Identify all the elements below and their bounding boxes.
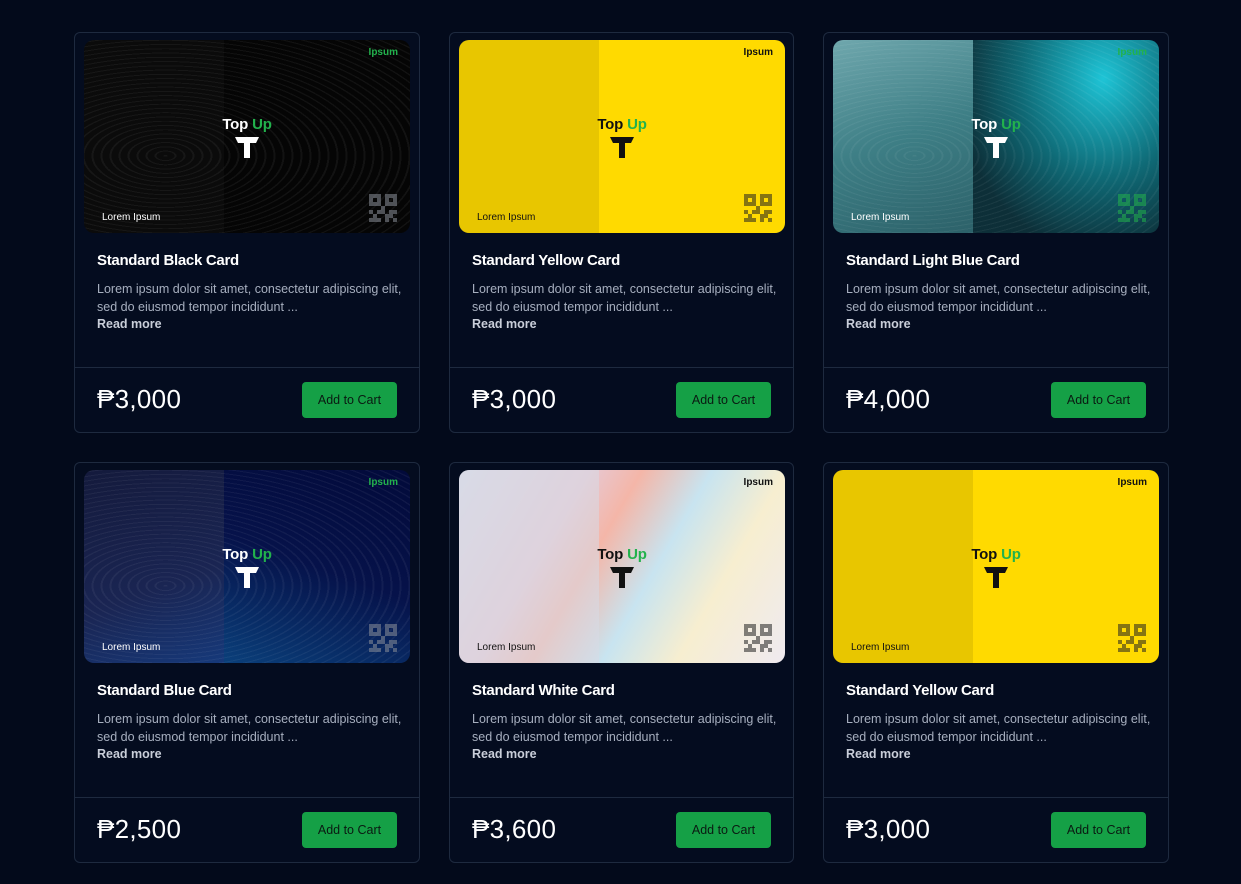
product-title: Standard Yellow Card xyxy=(472,252,620,269)
qr-code-icon xyxy=(1118,624,1146,652)
card-holder-label: Lorem Ipsum xyxy=(102,642,161,653)
divider xyxy=(824,367,1168,368)
add-to-cart-button[interactable]: Add to Cart xyxy=(302,812,397,848)
read-more-link[interactable]: Read more xyxy=(97,747,162,761)
divider xyxy=(75,367,419,368)
card-holder-label: Lorem Ipsum xyxy=(851,212,910,223)
card-brand-tag: Ipsum xyxy=(368,47,398,58)
product-description: Lorem ipsum dolor sit amet, consectetur … xyxy=(97,712,402,744)
logo-up-text: Up xyxy=(627,546,647,563)
product-card: Ipsum Top Up Lorem Ipsum Standard Yellow… xyxy=(449,32,794,433)
divider xyxy=(824,797,1168,798)
logo-top-text: Top xyxy=(597,546,624,563)
qr-code-icon xyxy=(744,624,772,652)
card-image[interactable]: Ipsum Top Up Lorem Ipsum xyxy=(833,40,1159,233)
add-to-cart-button[interactable]: Add to Cart xyxy=(1051,382,1146,418)
topup-t-icon xyxy=(235,137,259,158)
product-description: Lorem ipsum dolor sit amet, consectetur … xyxy=(472,712,777,744)
product-description: Lorem ipsum dolor sit amet, consectetur … xyxy=(97,282,402,314)
product-title: Standard Black Card xyxy=(97,252,239,269)
product-price: ₱3,000 xyxy=(472,384,557,414)
product-grid: Ipsum Top Up Lorem Ipsum Standard Black … xyxy=(74,32,1169,863)
topup-logo: Top Up xyxy=(202,546,292,589)
product-price: ₱3,000 xyxy=(846,814,931,844)
logo-top-text: Top xyxy=(597,116,624,133)
read-more-link[interactable]: Read more xyxy=(472,747,537,761)
read-more-link[interactable]: Read more xyxy=(472,317,537,331)
divider xyxy=(450,797,793,798)
product-description: Lorem ipsum dolor sit amet, consectetur … xyxy=(846,712,1151,744)
product-title: Standard White Card xyxy=(472,682,615,699)
read-more-link[interactable]: Read more xyxy=(97,317,162,331)
logo-top-text: Top xyxy=(971,546,998,563)
card-image[interactable]: Ipsum Top Up Lorem Ipsum xyxy=(84,40,410,233)
logo-top-text: Top xyxy=(222,116,249,133)
card-holder-label: Lorem Ipsum xyxy=(851,642,910,653)
product-title: Standard Yellow Card xyxy=(846,682,994,699)
divider xyxy=(75,797,419,798)
qr-code-icon xyxy=(369,194,397,222)
card-image[interactable]: Ipsum Top Up Lorem Ipsum xyxy=(84,470,410,663)
topup-logo: Top Up xyxy=(951,116,1041,159)
product-card: Ipsum Top Up Lorem Ipsum Standard Yellow… xyxy=(823,462,1169,863)
product-price: ₱3,600 xyxy=(472,814,557,844)
logo-up-text: Up xyxy=(1001,116,1021,133)
topup-t-icon xyxy=(984,137,1008,158)
card-brand-tag: Ipsum xyxy=(368,477,398,488)
topup-logo: Top Up xyxy=(202,116,292,159)
qr-code-icon xyxy=(369,624,397,652)
product-card: Ipsum Top Up Lorem Ipsum Standard White … xyxy=(449,462,794,863)
topup-t-icon xyxy=(984,567,1008,588)
product-title: Standard Light Blue Card xyxy=(846,252,1020,269)
card-brand-tag: Ipsum xyxy=(743,47,773,58)
card-image[interactable]: Ipsum Top Up Lorem Ipsum xyxy=(459,40,785,233)
divider xyxy=(450,367,793,368)
topup-t-icon xyxy=(610,137,634,158)
product-title: Standard Blue Card xyxy=(97,682,232,699)
product-description: Lorem ipsum dolor sit amet, consectetur … xyxy=(846,282,1151,314)
logo-up-text: Up xyxy=(627,116,647,133)
card-holder-label: Lorem Ipsum xyxy=(102,212,161,223)
logo-up-text: Up xyxy=(1001,546,1021,563)
card-brand-tag: Ipsum xyxy=(1117,477,1147,488)
add-to-cart-button[interactable]: Add to Cart xyxy=(676,812,771,848)
topup-logo: Top Up xyxy=(577,546,667,589)
logo-top-text: Top xyxy=(971,116,998,133)
qr-code-icon xyxy=(744,194,772,222)
product-card: Ipsum Top Up Lorem Ipsum Standard Black … xyxy=(74,32,420,433)
product-card: Ipsum Top Up Lorem Ipsum Standard Light … xyxy=(823,32,1169,433)
product-price: ₱4,000 xyxy=(846,384,931,414)
logo-top-text: Top xyxy=(222,546,249,563)
product-price: ₱2,500 xyxy=(97,814,182,844)
read-more-link[interactable]: Read more xyxy=(846,747,911,761)
topup-t-icon xyxy=(610,567,634,588)
card-image[interactable]: Ipsum Top Up Lorem Ipsum xyxy=(833,470,1159,663)
logo-up-text: Up xyxy=(252,546,272,563)
qr-code-icon xyxy=(1118,194,1146,222)
product-card: Ipsum Top Up Lorem Ipsum Standard Blue C… xyxy=(74,462,420,863)
logo-up-text: Up xyxy=(252,116,272,133)
topup-logo: Top Up xyxy=(577,116,667,159)
card-holder-label: Lorem Ipsum xyxy=(477,642,536,653)
product-description: Lorem ipsum dolor sit amet, consectetur … xyxy=(472,282,777,314)
topup-logo: Top Up xyxy=(951,546,1041,589)
card-holder-label: Lorem Ipsum xyxy=(477,212,536,223)
card-brand-tag: Ipsum xyxy=(1117,47,1147,58)
topup-t-icon xyxy=(235,567,259,588)
add-to-cart-button[interactable]: Add to Cart xyxy=(1051,812,1146,848)
read-more-link[interactable]: Read more xyxy=(846,317,911,331)
card-image[interactable]: Ipsum Top Up Lorem Ipsum xyxy=(459,470,785,663)
add-to-cart-button[interactable]: Add to Cart xyxy=(676,382,771,418)
product-price: ₱3,000 xyxy=(97,384,182,414)
card-brand-tag: Ipsum xyxy=(743,477,773,488)
add-to-cart-button[interactable]: Add to Cart xyxy=(302,382,397,418)
